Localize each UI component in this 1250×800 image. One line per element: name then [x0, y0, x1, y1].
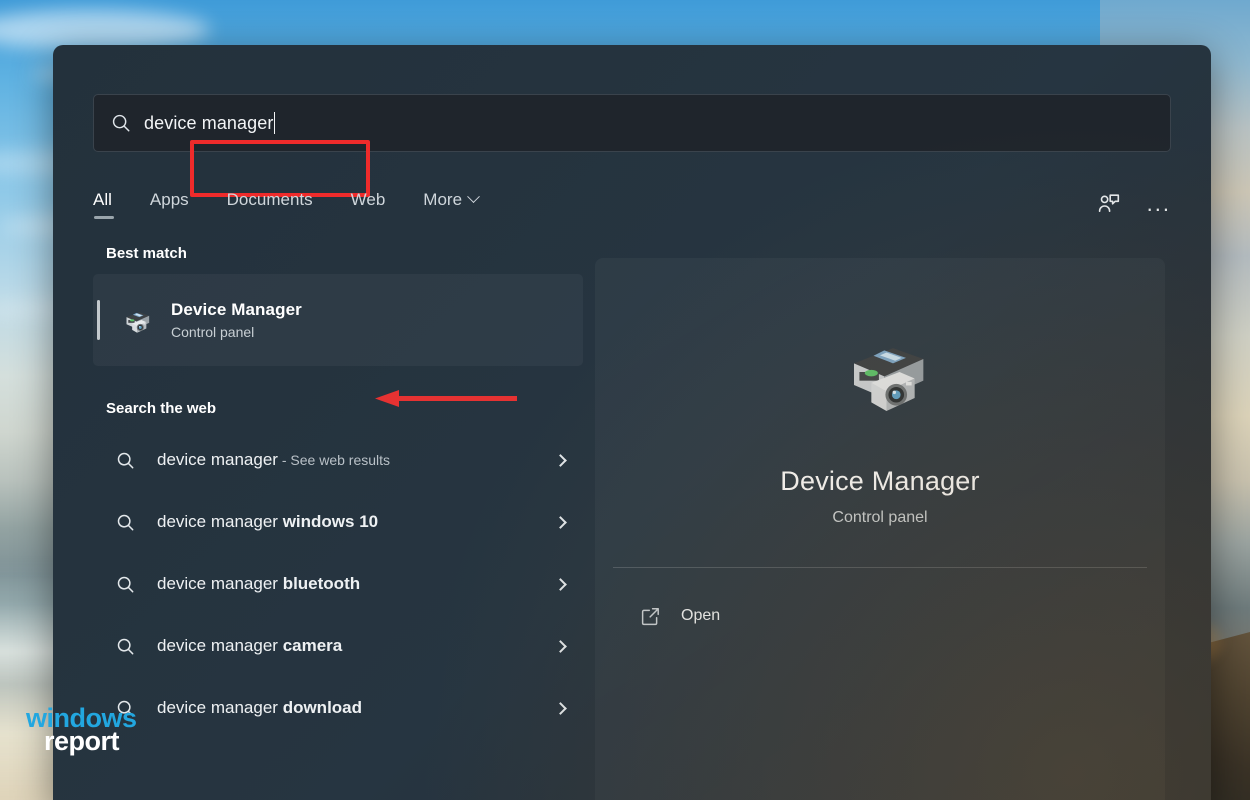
open-action-label: Open: [681, 607, 721, 624]
web-suggestion-prefix: device manager: [157, 450, 278, 469]
preview-title: Device Manager: [780, 466, 980, 496]
text-caret: [274, 112, 276, 134]
search-input-value: device manager: [144, 112, 274, 133]
open-action-button[interactable]: Open: [619, 594, 1139, 638]
tab-apps[interactable]: Apps: [150, 190, 189, 219]
chevron-right-icon: [537, 577, 583, 591]
search-results-column: Best match Device Manager Control panel …: [93, 245, 633, 739]
windows-search-flyout: device manager All Apps Documents Web Mo…: [53, 45, 1211, 800]
web-suggestion-label: device manager windows 10: [157, 512, 537, 532]
tab-label: Apps: [149, 189, 189, 209]
chevron-right-icon: [537, 639, 583, 653]
tab-web[interactable]: Web: [351, 190, 386, 219]
search-header-actions: ...: [1097, 192, 1171, 216]
web-suggestion-prefix: device manager: [157, 698, 283, 717]
search-icon: [93, 512, 157, 533]
tab-more[interactable]: More: [423, 189, 480, 219]
search-icon: [93, 698, 157, 719]
web-suggestion-item[interactable]: device manager - See web results: [93, 429, 583, 491]
device-manager-icon: [115, 303, 155, 337]
web-suggestion-item[interactable]: device manager download: [93, 677, 583, 739]
web-suggestion-prefix: device manager: [157, 574, 283, 593]
tab-documents[interactable]: Documents: [227, 190, 313, 219]
search-the-web-heading: Search the web: [106, 400, 217, 417]
selection-accent-bar: [97, 300, 100, 340]
more-options-label: ...: [1146, 191, 1171, 216]
more-options-icon[interactable]: ...: [1146, 191, 1171, 216]
search-icon: [93, 450, 157, 471]
tab-all[interactable]: All: [93, 189, 114, 219]
open-external-icon: [619, 606, 681, 627]
preview-pane: Device Manager Control panel Open: [595, 258, 1165, 800]
web-suggestion-item[interactable]: device manager bluetooth: [93, 553, 583, 615]
search-the-web-section: Search the web device manager - See web …: [93, 400, 633, 739]
search-input[interactable]: device manager: [144, 95, 1170, 151]
divider: [613, 567, 1147, 568]
chevron-right-icon: [537, 515, 583, 529]
tab-label: Web: [350, 189, 386, 209]
best-match-heading: Best match: [106, 245, 187, 262]
search-icon: [93, 574, 157, 595]
web-suggestion-suffix: windows 10: [282, 512, 379, 531]
web-suggestion-suffix: bluetooth: [282, 574, 361, 593]
web-suggestion-suffix: download: [282, 698, 363, 717]
chevron-down-icon: [467, 190, 480, 204]
web-suggestion-item[interactable]: device manager camera: [93, 615, 583, 677]
chevron-right-icon: [537, 701, 583, 715]
search-box[interactable]: device manager: [93, 94, 1171, 152]
best-match-text: Device Manager Control panel: [171, 300, 302, 340]
web-suggestion-prefix: device manager: [157, 512, 283, 531]
web-suggestion-list: device manager - See web results device m…: [93, 429, 633, 739]
preview-subtitle: Control panel: [832, 509, 928, 526]
tab-label: Documents: [226, 189, 313, 209]
web-suggestion-suffix: - See web results: [277, 452, 391, 468]
best-match-subtitle: Control panel: [171, 324, 255, 340]
cloud-decoration: [0, 10, 210, 50]
tab-label: All: [93, 189, 112, 209]
best-match-result[interactable]: Device Manager Control panel: [93, 274, 583, 366]
search-icon: [93, 636, 157, 657]
desktop-wallpaper: device manager All Apps Documents Web Mo…: [0, 0, 1250, 800]
tab-label: More: [423, 189, 463, 209]
web-suggestion-label: device manager download: [157, 698, 537, 718]
feedback-icon[interactable]: [1097, 192, 1121, 216]
web-suggestion-suffix: camera: [282, 636, 343, 655]
web-suggestion-label: device manager camera: [157, 636, 537, 656]
search-filter-tabs: All Apps Documents Web More ...: [93, 178, 1171, 230]
best-match-title: Device Manager: [171, 300, 302, 319]
search-icon: [110, 112, 132, 134]
device-manager-icon: [820, 320, 940, 424]
web-suggestion-label: device manager - See web results: [157, 450, 537, 470]
web-suggestion-item[interactable]: device manager windows 10: [93, 491, 583, 553]
web-suggestion-prefix: device manager: [157, 636, 283, 655]
chevron-right-icon: [537, 453, 583, 467]
web-suggestion-label: device manager bluetooth: [157, 574, 537, 594]
